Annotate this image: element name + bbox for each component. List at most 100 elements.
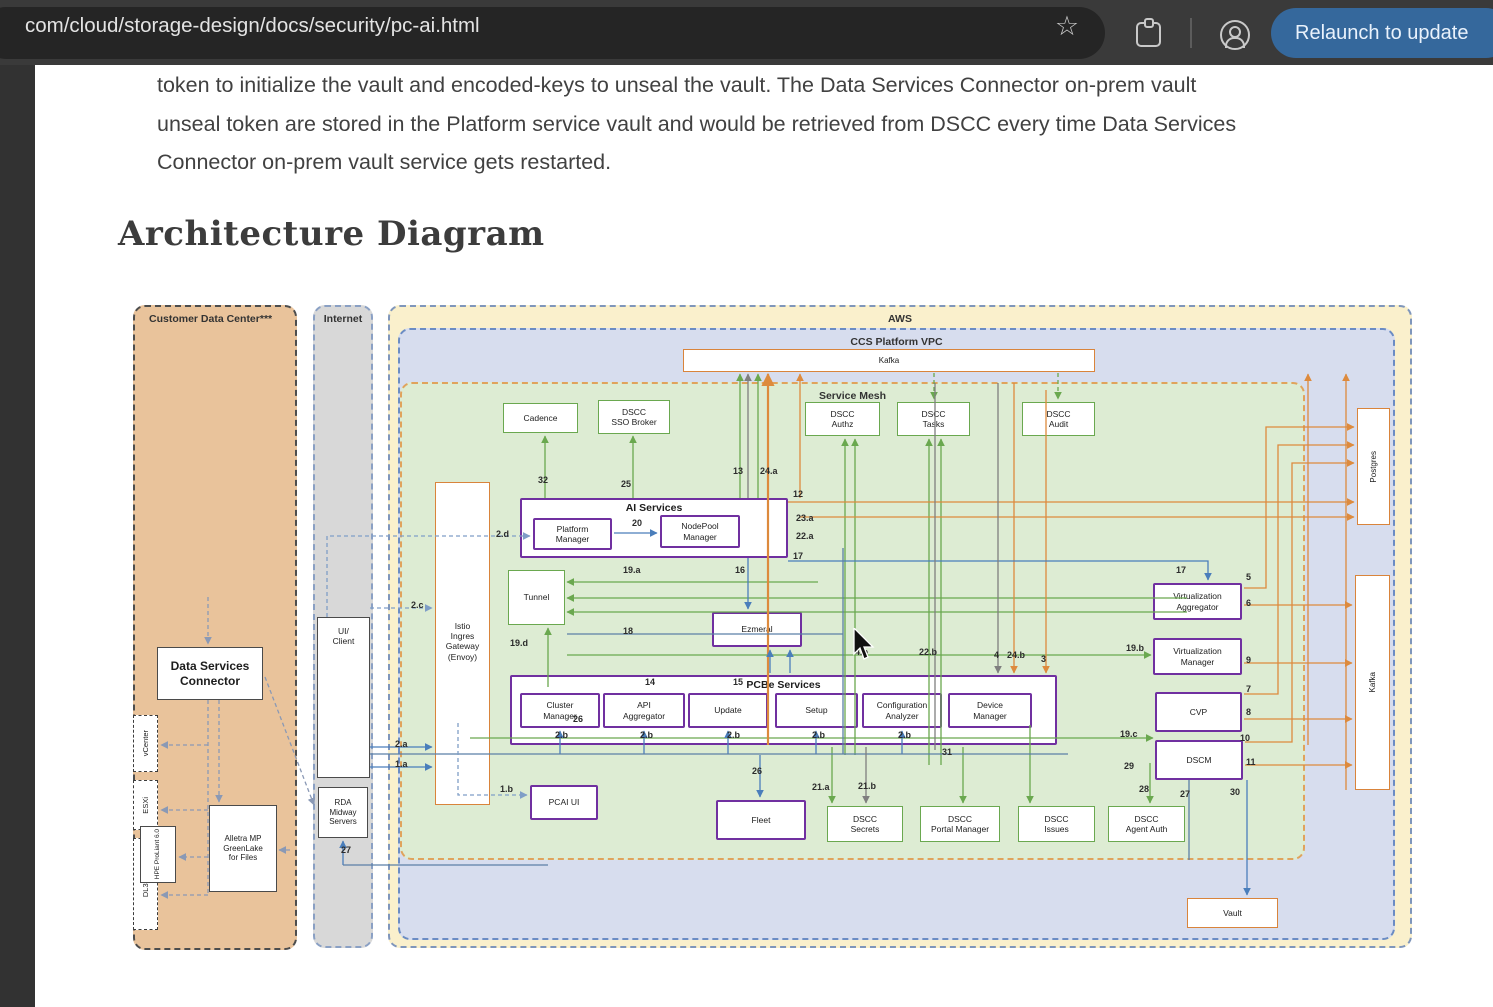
edge-label-2.b: 2.b — [812, 730, 825, 740]
node-device-manager: Device Manager — [948, 693, 1032, 728]
customer-data-center-label: Customer Data Center*** — [149, 313, 272, 325]
node-kafka-right: Kafka — [1355, 575, 1390, 790]
edge-label-2.b: 2.b — [898, 730, 911, 740]
internet-label: Internet — [315, 313, 371, 325]
node-cluster-manager-label: Cluster Manager — [543, 700, 577, 720]
service-mesh-label: Service Mesh — [402, 390, 1303, 402]
node-cadence-label: Cadence — [523, 413, 557, 423]
mouse-cursor — [853, 628, 877, 667]
edge-label-2.c: 2.c — [411, 600, 424, 610]
node-ui-client: UI/ Client — [317, 617, 370, 778]
node-vcenter: vCenter — [133, 715, 158, 772]
node-pcai-ui: PCAI UI — [530, 785, 598, 820]
edge-label-7: 7 — [1246, 684, 1251, 694]
node-fleet-label: Fleet — [752, 815, 771, 825]
node-pcai-ui-label: PCAI UI — [549, 797, 580, 807]
node-virtualization-aggregator: Virtualization Aggregator — [1153, 583, 1242, 620]
edge-label-17: 17 — [1176, 565, 1186, 575]
node-vault: Vault — [1187, 898, 1278, 928]
node-rda-midway-servers: RDA Midway Servers — [318, 787, 368, 838]
edge-label-13: 13 — [733, 466, 743, 476]
aws-label: AWS — [390, 313, 1410, 325]
node-tunnel: Tunnel — [508, 570, 565, 625]
left-dark-gutter — [0, 65, 35, 1007]
edge-label-23.a: 23.a — [796, 513, 814, 523]
edge-label-15: 15 — [733, 677, 743, 687]
edge-label-6: 6 — [1246, 598, 1251, 608]
edge-label-10: 10 — [1240, 733, 1250, 743]
node-dscc-portal-manager: DSCC Portal Manager — [920, 806, 1000, 842]
edge-label-20: 20 — [632, 518, 642, 528]
node-configuration-analyzer-label: Configuration Analyzer — [877, 700, 928, 720]
node-nodepool-manager: NodePool Manager — [660, 515, 740, 548]
node-setup-label: Setup — [805, 705, 827, 715]
edge-label-26: 26 — [752, 766, 762, 776]
node-dscc-tasks: DSCC Tasks — [897, 402, 970, 436]
node-dscm: DSCM — [1155, 740, 1243, 780]
node-pcbe-services-label: PCBe Services — [746, 677, 820, 692]
node-esxi-label: ESXi — [141, 797, 150, 814]
node-alletra-mp-greenlake: Alletra MP GreenLake for Files — [209, 805, 277, 892]
edge-label-19.c: 19.c — [1120, 729, 1138, 739]
node-cadence: Cadence — [503, 403, 578, 433]
browser-toolbar: com/cloud/storage-design/docs/security/p… — [0, 0, 1493, 65]
ccs-platform-vpc-label: CCS Platform VPC — [400, 336, 1393, 348]
edge-label-2.b: 2.b — [640, 730, 653, 740]
toolbar-divider — [1190, 18, 1192, 48]
node-dscc-secrets-label: DSCC Secrets — [851, 814, 880, 834]
node-kafka-right-label: Kafka — [1368, 672, 1378, 692]
node-hpe-proliant: HPE ProLiant 6.0 — [140, 826, 176, 883]
node-nodepool-manager-label: NodePool Manager — [681, 521, 718, 541]
node-data-services-connector-label: Data Services Connector — [171, 659, 250, 688]
paragraph: token to initialize the vault and encode… — [157, 66, 1447, 182]
edge-label-32: 32 — [538, 475, 548, 485]
node-configuration-analyzer: Configuration Analyzer — [862, 693, 942, 728]
edge-label-30: 30 — [1230, 787, 1240, 797]
paragraph-line: token to initialize the vault and encode… — [157, 66, 1447, 105]
edge-label-21.b: 21.b — [858, 781, 876, 791]
edge-label-16: 16 — [735, 565, 745, 575]
node-dscc-authz: DSCC Authz — [805, 402, 880, 436]
node-esxi: ESXi — [133, 780, 158, 830]
edge-label-1.a: 1.a — [395, 759, 408, 769]
architecture-diagram: Customer Data Center*** Internet AWS CCS Pl… — [118, 295, 1418, 960]
node-virtualization-manager-label: Virtualization Manager — [1173, 646, 1222, 666]
edge-label-24.b: 24.b — [1007, 650, 1025, 660]
edge-label-8: 8 — [1246, 707, 1251, 717]
node-kafka-top: Kafka — [683, 349, 1095, 372]
edge-label-21.a: 21.a — [812, 782, 830, 792]
node-device-manager-label: Device Manager — [973, 700, 1007, 720]
node-ezmeral-label: Ezmeral — [741, 624, 772, 634]
url-text[interactable]: com/cloud/storage-design/docs/security/p… — [25, 0, 480, 52]
edge-label-29: 29 — [1124, 761, 1134, 771]
edge-label-22.b: 22.b — [919, 647, 937, 657]
edge-label-14: 14 — [645, 677, 655, 687]
bookmark-star-icon[interactable]: ☆ — [1050, 9, 1084, 43]
profile-icon[interactable] — [1220, 20, 1250, 50]
node-alletra-mp-greenlake-label: Alletra MP GreenLake for Files — [223, 834, 263, 863]
node-setup: Setup — [775, 693, 858, 728]
node-ai-services-label: AI Services — [626, 500, 683, 515]
edge-label-11: 11 — [1246, 757, 1256, 767]
edge-label-19.a: 19.a — [623, 565, 641, 575]
node-dscc-sso-broker-label: DSCC SSO Broker — [611, 407, 656, 427]
edge-label-19.b: 19.b — [1126, 643, 1144, 653]
node-tunnel-label: Tunnel — [524, 592, 550, 602]
edge-label-2.b: 2.b — [727, 730, 740, 740]
node-dscc-secrets: DSCC Secrets — [827, 806, 903, 842]
node-update-label: Update — [714, 705, 741, 715]
node-cvp-label: CVP — [1190, 707, 1207, 717]
edge-label-18: 18 — [623, 626, 633, 636]
edge-label-19.d: 19.d — [510, 638, 528, 648]
node-data-services-connector: Data Services Connector — [157, 647, 263, 700]
node-vcenter-label: vCenter — [141, 730, 150, 756]
node-dscm-label: DSCM — [1186, 755, 1211, 765]
edge-label-28: 28 — [1139, 784, 1149, 794]
extensions-icon[interactable] — [1136, 22, 1161, 47]
relaunch-button[interactable]: Relaunch to update — [1271, 8, 1493, 58]
edge-label-25: 25 — [621, 479, 631, 489]
node-vault-label: Vault — [1223, 908, 1242, 918]
edge-label-12: 12 — [793, 489, 803, 499]
edge-label-4: 4 — [994, 650, 999, 660]
node-platform-manager-label: Platform Manager — [556, 524, 590, 544]
